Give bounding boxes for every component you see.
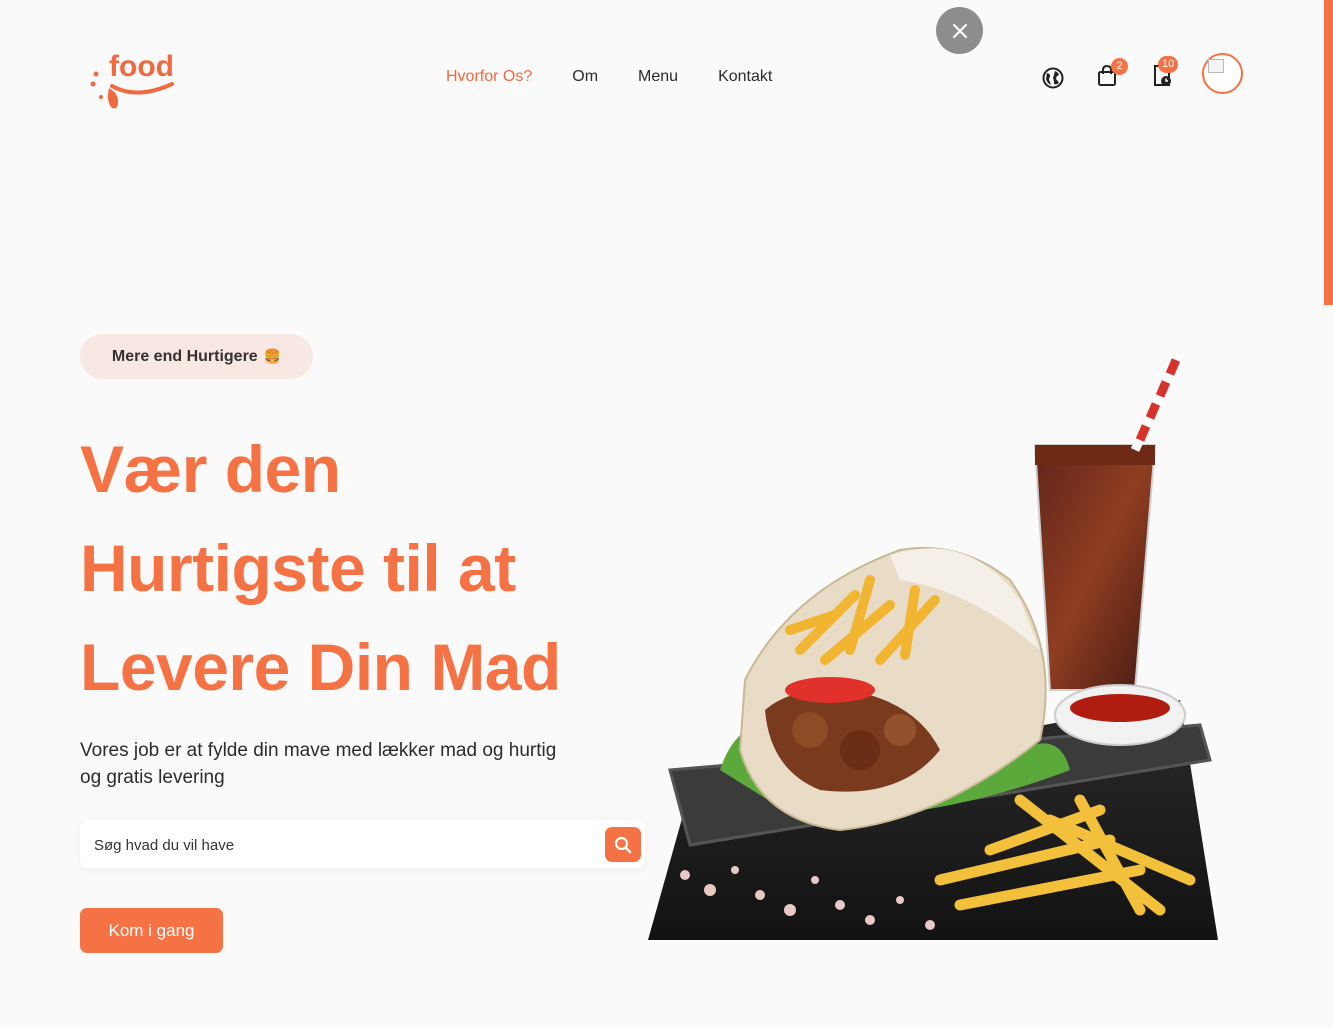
globe-icon — [1042, 67, 1064, 89]
logo-text: food — [109, 50, 174, 83]
nav-about[interactable]: Om — [572, 68, 598, 86]
nav-menu[interactable]: Menu — [638, 68, 678, 86]
close-button[interactable] — [936, 7, 983, 54]
nav-contact[interactable]: Kontakt — [718, 68, 772, 86]
scroll-indicator — [1324, 0, 1333, 305]
close-icon — [952, 23, 967, 38]
food-logo[interactable]: food — [82, 18, 202, 130]
tagline-text: Mere end Hurtigere — [111, 347, 258, 365]
get-started-button[interactable]: Kom i gang — [80, 908, 223, 953]
hero-food-image — [640, 350, 1230, 950]
headline-line-2: Hurtigste til at — [80, 531, 516, 605]
search-input[interactable] — [92, 832, 596, 858]
hero-headline: Vær den Hurtigste til at Levere Din Mad — [80, 420, 561, 717]
broken-image-icon — [1208, 59, 1224, 73]
search-icon — [614, 836, 632, 853]
hero-subtitle: Vores job er at fylde din mave med lække… — [80, 740, 557, 788]
search-button[interactable] — [605, 827, 641, 862]
search-bar — [80, 820, 645, 868]
headline-line-1: Vær den — [80, 432, 341, 506]
language-button[interactable] — [1040, 65, 1066, 91]
nav-why-us[interactable]: Hvorfor Os? — [446, 68, 532, 86]
cart-count-badge: 2 — [1111, 58, 1128, 75]
headline-line-3: Levere Din Mad — [80, 630, 561, 704]
main-nav: Hvorfor Os? Om Menu Kontakt — [446, 68, 772, 86]
burger-emoji-icon: 🍔 — [263, 348, 282, 364]
hero-tagline: Mere end Hurtigere 🍔 — [80, 334, 313, 379]
orders-count-badge: 10 — [1158, 56, 1179, 73]
avatar[interactable] — [1202, 53, 1243, 94]
